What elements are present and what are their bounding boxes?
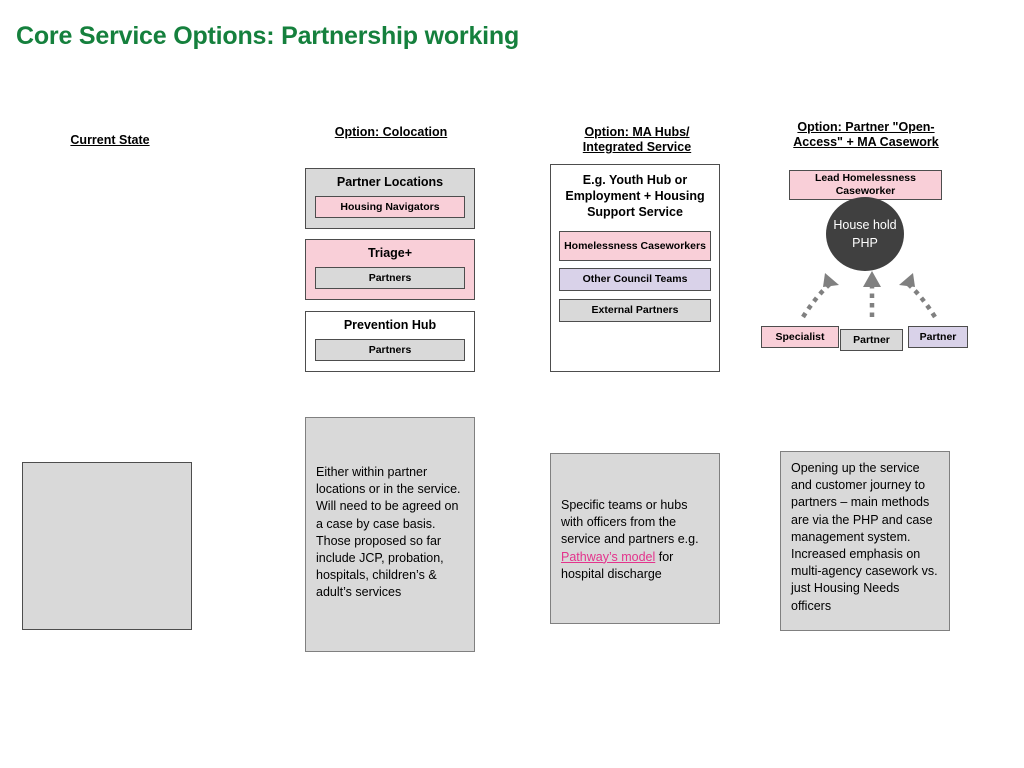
column-header-colocation: Option: Colocation: [334, 125, 448, 139]
colocation-description: Either within partner locations or in th…: [305, 417, 475, 652]
ma-hubs-chip-external-partners: External Partners: [559, 299, 711, 322]
colocation-box-title: Triage+: [367, 246, 413, 260]
arrow-line-partner-2: [905, 281, 937, 319]
column-header-current-state: Current State: [70, 133, 150, 147]
colocation-chip-partners: Partners: [315, 267, 465, 289]
ma-hubs-description: Specific teams or hubs with officers fro…: [550, 453, 720, 624]
colocation-box-title: Prevention Hub: [343, 318, 437, 332]
partner-chip-partner-lavender: Partner: [908, 326, 968, 348]
colocation-box-title: Partner Locations: [336, 175, 444, 189]
column-header-partner-line2: Access" + MA Casework: [793, 135, 939, 149]
arrow-head-specialist: [823, 273, 839, 287]
arrow-head-partner-2: [899, 273, 915, 287]
page-title: Core Service Options: Partnership workin…: [16, 22, 520, 50]
ma-hubs-chip-homelessness-caseworkers: Homelessness Caseworkers: [559, 231, 711, 261]
column-header-ma-hubs: Option: MA Hubs/ Integrated Service: [548, 125, 726, 155]
colocation-chip-housing-navigators: Housing Navigators: [315, 196, 465, 218]
colocation-chip-partners: Partners: [315, 339, 465, 361]
lead-homelessness-caseworker-box: Lead Homelessness Caseworker: [789, 170, 942, 200]
arrow-line-specialist: [801, 281, 833, 319]
partner-chip-specialist: Specialist: [761, 326, 839, 348]
column-header-partner-line1: Option: Partner "Open-: [797, 120, 935, 134]
ma-hubs-chip-other-council-teams: Other Council Teams: [559, 268, 711, 291]
arrow-head-partner-1: [863, 271, 881, 287]
ma-hubs-box: E.g. Youth Hub or Employment + Housing S…: [550, 164, 720, 372]
column-header-ma-hubs-line2: Integrated Service: [582, 140, 692, 154]
pathways-model-link[interactable]: Pathway’s model: [561, 550, 655, 564]
column-header-partner-open-access: Option: Partner "Open- Access" + MA Case…: [762, 120, 970, 150]
dotted-arrows-group: [801, 271, 937, 319]
lead-homelessness-caseworker-label: Lead Homelessness Caseworker: [815, 172, 916, 197]
colocation-box-partner-locations: Partner Locations Housing Navigators: [305, 168, 475, 229]
colocation-box-prevention-hub: Prevention Hub Partners: [305, 311, 475, 372]
column-header-ma-hubs-line1: Option: MA Hubs/: [584, 125, 690, 139]
ma-hubs-box-title: E.g. Youth Hub or Employment + Housing S…: [565, 173, 705, 219]
colocation-box-triage-plus: Triage+ Partners: [305, 239, 475, 300]
ma-hubs-description-text-before: Specific teams or hubs with officers fro…: [561, 498, 699, 547]
current-state-placeholder-box: [22, 462, 192, 630]
partner-open-access-description: Opening up the service and customer jour…: [780, 451, 950, 631]
partner-chip-partner-gray: Partner: [840, 329, 903, 351]
